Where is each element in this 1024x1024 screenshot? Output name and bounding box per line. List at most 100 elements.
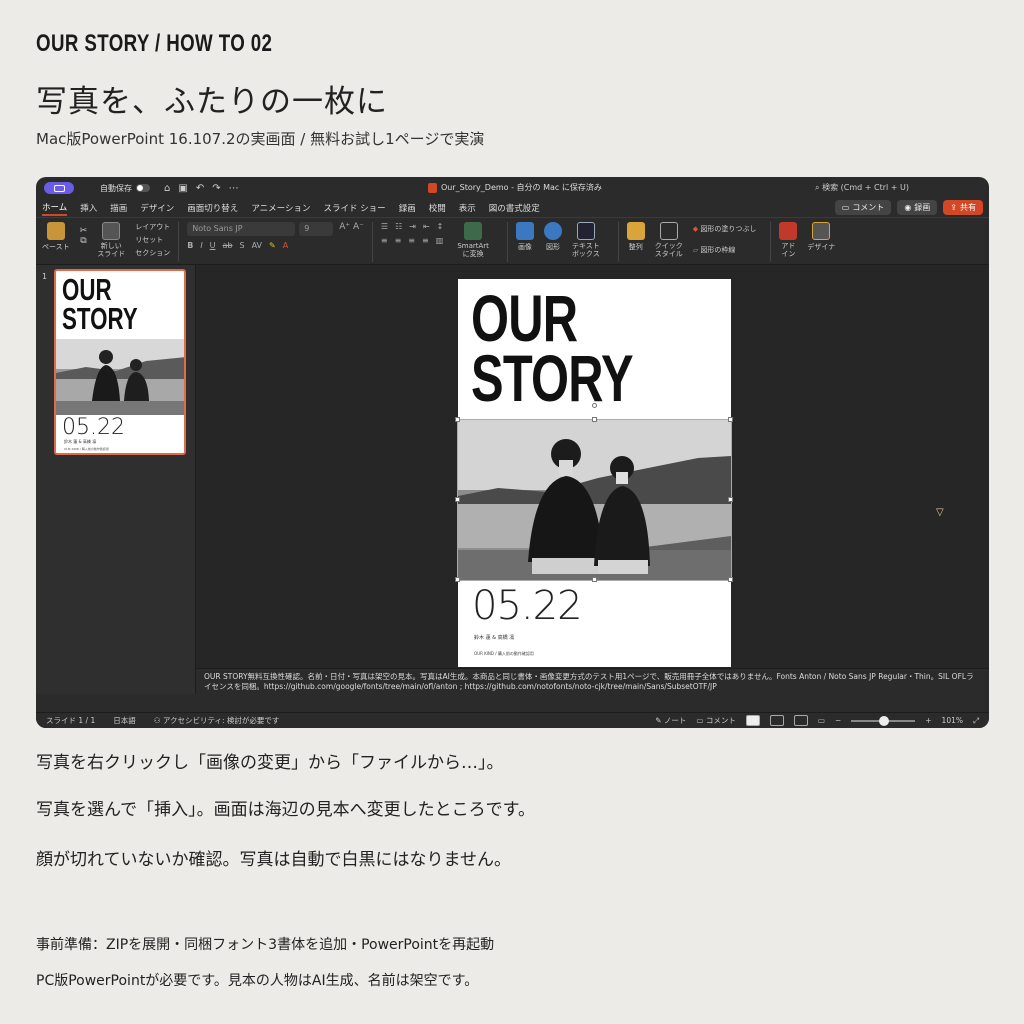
normal-view-icon[interactable]: [745, 715, 760, 726]
numbering-icon[interactable]: ☷: [395, 222, 402, 231]
addin-button[interactable]: アド イン: [779, 222, 798, 258]
slide[interactable]: OUR STORY 05.22 鈴木 蓮 & 高橋 凛 OUR KIND / 購…: [455, 279, 733, 667]
tab-animations[interactable]: アニメーション: [251, 202, 310, 214]
comment-icon: ▭: [841, 203, 850, 212]
font-size-select[interactable]: 9: [299, 222, 334, 236]
indent-icon[interactable]: ⇥: [409, 222, 416, 231]
redo-icon[interactable]: ↷: [212, 183, 220, 194]
tab-slideshow[interactable]: スライド ショー: [323, 202, 385, 214]
slide-footer[interactable]: OUR KIND / 購入前の動作確認用: [474, 651, 534, 657]
font-name-select[interactable]: Noto Sans JP: [187, 222, 296, 236]
strike-icon[interactable]: ab: [223, 241, 233, 250]
outdent-icon[interactable]: ⇤: [423, 222, 430, 231]
bullets-icon[interactable]: ☰: [381, 222, 388, 231]
more-icon[interactable]: ⋯: [229, 183, 239, 194]
autosave-toggle[interactable]: [136, 184, 150, 192]
smartart-icon: [464, 222, 483, 240]
footer-line-1: 事前準備：ZIPを展開・同梱フォント3書体を追加・PowerPointを再起動: [36, 937, 495, 953]
tab-transitions[interactable]: 画面切り替え: [187, 202, 238, 214]
resize-handle[interactable]: [455, 417, 460, 422]
share-button[interactable]: ⇪ 共有: [943, 200, 983, 215]
smartart-button[interactable]: SmartArt に変換: [457, 222, 489, 258]
reading-view-icon[interactable]: [793, 715, 808, 726]
comments-button[interactable]: ▭ コメント: [696, 715, 735, 726]
shape-outline-button[interactable]: ▱ 図形の枠線: [693, 245, 757, 255]
search-box[interactable]: ⌕ 検索 (Cmd + Ctrl + U): [815, 182, 909, 193]
resize-handle[interactable]: [728, 417, 733, 422]
thumbnail-pane: 1 OUR STORY 05.22 鈴木 蓮 & 高橋 凛 OUR KIND / …: [36, 265, 196, 694]
zoom-slider-knob[interactable]: [879, 715, 890, 726]
zoom-in-icon[interactable]: +: [925, 716, 931, 725]
tab-insert[interactable]: 挿入: [80, 202, 97, 214]
justify-icon[interactable]: ≡: [422, 236, 429, 245]
tab-design[interactable]: デザイン: [140, 202, 174, 214]
cut-icon[interactable]: ✂: [80, 226, 88, 236]
quick-style-button[interactable]: クイック スタイル: [655, 222, 683, 258]
tab-record[interactable]: 録画: [399, 202, 416, 214]
zoom-slider[interactable]: [851, 715, 916, 726]
font-group: Noto Sans JP 9 A⁺ A⁻ B I U ab S AV ✎ A: [187, 222, 364, 250]
bold-icon[interactable]: B: [187, 241, 193, 250]
resize-handle[interactable]: [728, 497, 733, 502]
line-spacing-icon[interactable]: ↕: [437, 222, 444, 231]
columns-icon[interactable]: ▥: [436, 236, 444, 245]
tab-draw[interactable]: 描画: [110, 202, 127, 214]
sidebar-toggle-icon[interactable]: [44, 182, 74, 194]
layout-button[interactable]: レイアウト: [135, 222, 170, 232]
tab-view[interactable]: 表示: [459, 202, 476, 214]
textbox-button[interactable]: テキスト ボックス: [572, 222, 600, 258]
shadow-icon[interactable]: S: [240, 241, 245, 250]
copy-icon[interactable]: ⧉: [80, 236, 86, 246]
highlight-icon[interactable]: ✎: [269, 241, 276, 250]
section-button[interactable]: セクション: [135, 248, 170, 258]
slide-thumbnail[interactable]: OUR STORY 05.22 鈴木 蓮 & 高橋 凛 OUR KIND / 購入…: [54, 269, 186, 455]
arrange-button[interactable]: 整列: [626, 222, 645, 252]
grow-font-icon[interactable]: A⁺ A⁻: [339, 222, 364, 236]
underline-icon[interactable]: U: [210, 241, 216, 250]
reset-button[interactable]: リセット: [135, 235, 170, 245]
tab-picture-format[interactable]: 図の書式設定: [489, 202, 540, 214]
italic-icon[interactable]: I: [200, 241, 202, 250]
sorter-view-icon[interactable]: [769, 715, 784, 726]
zoom-level[interactable]: 101%: [942, 716, 963, 725]
rotate-handle[interactable]: [592, 403, 597, 408]
resize-handle[interactable]: [455, 577, 460, 582]
align-center-icon[interactable]: ≡: [395, 236, 402, 245]
presenter-view-icon[interactable]: ▭: [818, 716, 825, 725]
spacing-icon[interactable]: AV: [252, 241, 262, 250]
notes-pane[interactable]: OUR STORY無料互換性確認。名前・日付・写真は架空の見本。写真はAI生成。…: [196, 668, 989, 694]
record-button[interactable]: ◉ 録画: [897, 200, 938, 215]
align-right-icon[interactable]: ≡: [408, 236, 415, 245]
image-label: 画像: [517, 243, 532, 251]
font-color-icon[interactable]: A: [283, 241, 288, 250]
slide-names[interactable]: 鈴木 蓮 & 高橋 凛: [474, 634, 514, 641]
language-indicator[interactable]: 日本語: [113, 715, 136, 726]
home-icon[interactable]: ⌂: [164, 183, 170, 194]
notes-button[interactable]: ✎ ノート: [655, 715, 686, 726]
tab-home[interactable]: ホーム: [42, 201, 68, 216]
resize-handle[interactable]: [592, 417, 597, 422]
resize-handle[interactable]: [455, 497, 460, 502]
accessibility-status[interactable]: ⚇ アクセシビリティ: 検討が必要です: [154, 715, 280, 726]
save-icon[interactable]: ▣: [178, 183, 187, 194]
slide-photo[interactable]: [457, 419, 732, 581]
undo-icon[interactable]: ↶: [196, 183, 204, 194]
fit-to-window-icon[interactable]: ⤢: [973, 716, 979, 726]
resize-handle[interactable]: [592, 577, 597, 582]
resize-handle[interactable]: [728, 577, 733, 582]
designer-button[interactable]: デザイナ: [807, 222, 835, 252]
align-left-icon[interactable]: ≡: [381, 236, 388, 245]
paste-button[interactable]: ペースト: [42, 222, 70, 252]
quick-style-label: クイック スタイル: [654, 242, 683, 258]
tab-review[interactable]: 校閲: [429, 202, 446, 214]
shape-button[interactable]: 図形: [543, 222, 562, 252]
comment-button[interactable]: ▭ コメント: [834, 200, 892, 215]
shape-label: 図形: [545, 243, 560, 251]
shape-fill-button[interactable]: ◆ 図形の塗りつぶし: [693, 224, 757, 234]
new-slide-button[interactable]: 新しい スライド: [97, 222, 125, 258]
image-button[interactable]: 画像: [515, 222, 534, 252]
slide-title[interactable]: OUR STORY: [471, 285, 634, 411]
zoom-out-icon[interactable]: −: [835, 716, 841, 725]
autosave[interactable]: 自動保存: [100, 183, 150, 194]
slide-date[interactable]: 05.22: [472, 583, 583, 629]
